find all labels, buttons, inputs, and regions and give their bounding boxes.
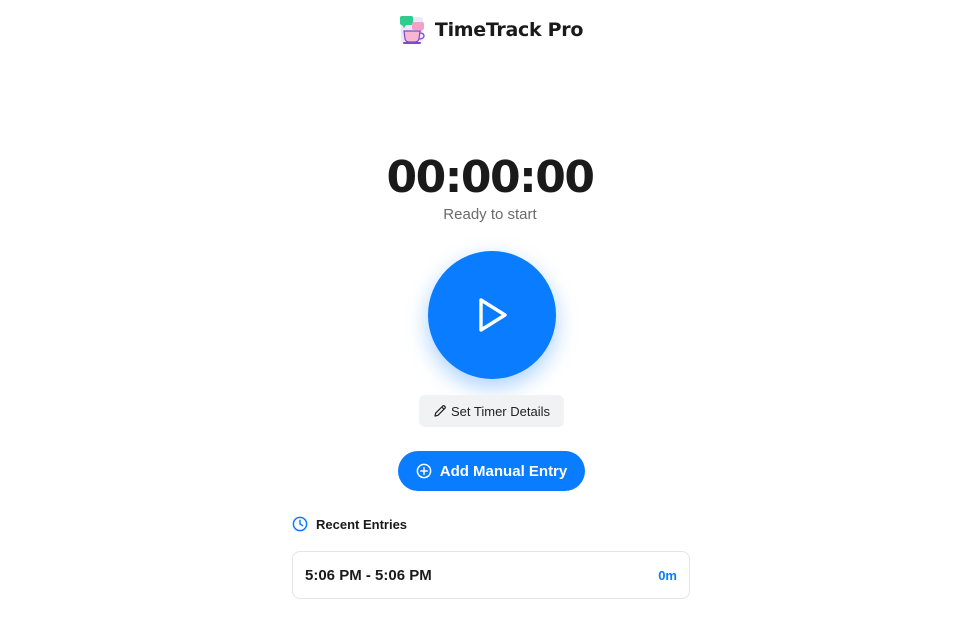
entry-duration: 0m [658,567,677,583]
list-item[interactable]: 5:06 PM - 5:06 PM 0m [292,551,690,599]
app-header: TimeTrack Pro [0,14,980,46]
add-manual-entry-label: Add Manual Entry [439,462,568,480]
add-manual-entry-button[interactable]: Add Manual Entry [398,451,585,491]
recent-entries-label: Recent Entries [316,516,408,532]
set-timer-details-label: Set Timer Details [451,403,550,419]
timer-section: 00:00:00 Ready to start [0,150,980,223]
clock-icon [292,516,308,532]
app-root: TimeTrack Pro 00:00:00 Ready to start Se… [0,0,980,643]
pencil-icon [433,404,447,418]
app-title: TimeTrack Pro [434,19,584,41]
start-timer-button[interactable] [428,251,556,379]
recent-entries-heading: Recent Entries [292,516,407,532]
entry-time-range: 5:06 PM - 5:06 PM [305,566,432,584]
set-timer-details-button[interactable]: Set Timer Details [419,395,564,427]
timer-display: 00:00:00 [386,152,595,203]
play-icon [475,296,509,334]
timer-status: Ready to start [443,206,537,223]
coffee-cup-logo-icon [397,14,427,46]
plus-circle-icon [416,463,432,479]
